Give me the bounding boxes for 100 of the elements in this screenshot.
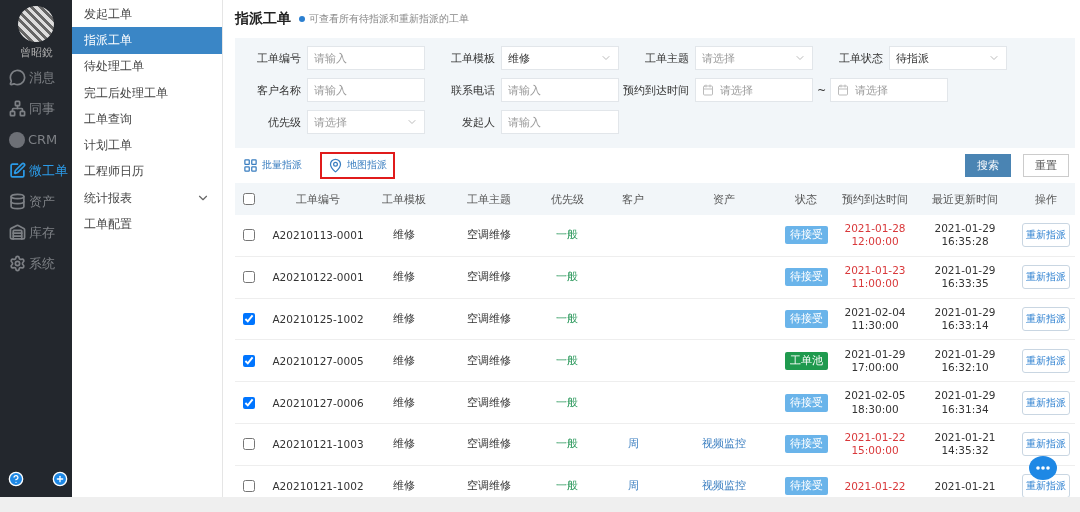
reassign-button[interactable]: 重新指派 xyxy=(1022,348,1070,373)
due-date: 2021-01-28 xyxy=(844,222,906,236)
table-cell-text: A20210127-0006 xyxy=(271,396,365,409)
updated-time: 14:35:32 xyxy=(941,444,989,458)
submenu-item[interactable]: 统计报表 xyxy=(72,185,222,212)
nav-item[interactable]: 系统 xyxy=(0,248,72,279)
add-icon[interactable] xyxy=(52,471,68,487)
row-checkbox[interactable] xyxy=(243,396,255,409)
submenu-item[interactable]: 指派工单 xyxy=(72,27,222,54)
input-field[interactable]: 请输入 xyxy=(307,78,425,102)
priority-text: 一般 xyxy=(555,270,579,285)
submenu-item[interactable]: 工单配置 xyxy=(72,211,222,238)
submenu-item[interactable]: 工程师日历 xyxy=(72,158,222,186)
nav-item[interactable]: 消息 xyxy=(0,62,72,93)
select-field[interactable]: 维修 xyxy=(501,46,619,70)
status-tag: 待接受 xyxy=(784,310,828,328)
asset-link[interactable]: 视频监控 xyxy=(673,437,775,452)
field-label: 工单主题 xyxy=(644,50,690,66)
nav-item[interactable]: 资产 xyxy=(0,186,72,217)
table-cell-text: 维修 xyxy=(392,270,416,285)
submenu-item[interactable]: 完工后处理工单 xyxy=(72,79,222,107)
status-tag: 待接受 xyxy=(784,477,828,496)
reassign-button[interactable]: 重新指派 xyxy=(1022,265,1070,290)
input-field[interactable]: 请输入 xyxy=(501,110,619,134)
submenu-item[interactable]: 待处理工单 xyxy=(72,53,222,80)
status-tag: 待接受 xyxy=(784,268,828,287)
column-header: 客户 xyxy=(621,191,645,207)
help-icon[interactable] xyxy=(8,471,24,487)
select-all-checkbox[interactable] xyxy=(243,193,255,205)
action-link[interactable]: 批量指派 xyxy=(235,151,310,179)
submenu-item[interactable]: 发起工单 xyxy=(72,1,222,28)
reassign-button[interactable]: 重新指派 xyxy=(1022,223,1070,248)
updated-date: 2021-01-29 xyxy=(934,305,996,319)
input-field[interactable]: 请输入 xyxy=(307,46,425,70)
submenu-item[interactable]: 工单查询 xyxy=(72,106,222,133)
reassign-button[interactable]: 重新指派 xyxy=(1022,474,1070,497)
row-checkbox[interactable] xyxy=(243,480,255,493)
action-link[interactable]: 地图指派 xyxy=(320,151,395,179)
table-cell-text: 维修 xyxy=(392,437,416,452)
column-header: 工单模板 xyxy=(381,191,427,207)
due-time: 18:30:00 xyxy=(851,402,899,416)
calendar-icon xyxy=(837,84,850,96)
table-cell-text: A20210121-1003 xyxy=(271,438,365,451)
warehouse-icon xyxy=(9,224,26,241)
nav-item[interactable]: 微工单 xyxy=(0,155,72,186)
reset-button[interactable]: 重置 xyxy=(1023,153,1069,177)
asset-link[interactable]: 视频监控 xyxy=(673,479,775,494)
date-field[interactable]: 请选择 xyxy=(830,78,949,102)
due-time: 15:00:00 xyxy=(851,444,899,458)
select-field[interactable]: 请选择 xyxy=(307,110,425,134)
updated-date: 2021-01-29 xyxy=(934,264,996,278)
field-label: 工单模板 xyxy=(450,50,496,66)
updated-time: 16:32:10 xyxy=(941,360,989,374)
nav-item[interactable]: 库存 xyxy=(0,217,72,248)
column-header: 工单主题 xyxy=(466,191,512,207)
field-label: 优先级 xyxy=(267,114,302,130)
field-label: 工单状态 xyxy=(838,50,884,66)
priority-text: 一般 xyxy=(555,353,579,368)
row-checkbox[interactable] xyxy=(243,229,255,242)
priority-text: 一般 xyxy=(555,479,579,494)
nav-item[interactable]: CRM xyxy=(0,124,72,155)
date-field[interactable]: 请选择 xyxy=(695,78,813,102)
input-field[interactable]: 请输入 xyxy=(501,78,619,102)
edit-icon xyxy=(9,162,26,179)
search-button[interactable]: 搜索 xyxy=(965,153,1011,177)
field-label: 工单编号 xyxy=(256,50,302,66)
nav-item[interactable]: 同事 xyxy=(0,93,72,124)
customer-link[interactable]: 周 xyxy=(593,437,673,452)
org-chart-icon xyxy=(9,100,26,117)
table-cell-text: 维修 xyxy=(392,479,416,494)
user-name: 曾昭銳 xyxy=(19,45,53,60)
updated-time: 16:33:35 xyxy=(941,277,989,291)
due-date: 2021-01-29 xyxy=(844,347,906,361)
table-cell-text: A20210127-0005 xyxy=(271,354,365,367)
status-tag: 待接受 xyxy=(784,226,828,245)
row-checkbox[interactable] xyxy=(243,271,255,284)
reassign-button[interactable]: 重新指派 xyxy=(1022,307,1070,331)
row-checkbox[interactable] xyxy=(243,438,255,451)
table-cell-text: 维修 xyxy=(392,353,416,368)
table-cell-text: A20210125-1002 xyxy=(271,313,365,325)
submenu-item[interactable]: 计划工单 xyxy=(72,132,222,159)
table-cell-text: A20210122-0001 xyxy=(271,271,365,284)
column-header: 操作 xyxy=(1034,191,1058,207)
select-field[interactable]: 请选择 xyxy=(695,46,813,70)
range-separator: ~ xyxy=(817,83,827,97)
row-checkbox[interactable] xyxy=(243,313,255,325)
table-cell-text: 维修 xyxy=(392,228,416,243)
priority-text: 一般 xyxy=(555,395,579,410)
status-tag: 待接受 xyxy=(784,393,828,412)
due-date: 2021-02-04 xyxy=(844,305,906,319)
reassign-button[interactable]: 重新指派 xyxy=(1022,390,1070,415)
select-field[interactable]: 待指派 xyxy=(889,46,1007,70)
customer-link[interactable]: 周 xyxy=(593,479,673,494)
column-header: 工单编号 xyxy=(295,191,341,207)
row-checkbox[interactable] xyxy=(243,354,255,367)
calendar-icon xyxy=(702,84,714,96)
avatar[interactable] xyxy=(18,6,54,42)
due-time: 12:00:00 xyxy=(851,235,899,249)
reassign-button[interactable]: 重新指派 xyxy=(1022,432,1070,457)
column-header: 资产 xyxy=(712,191,736,207)
